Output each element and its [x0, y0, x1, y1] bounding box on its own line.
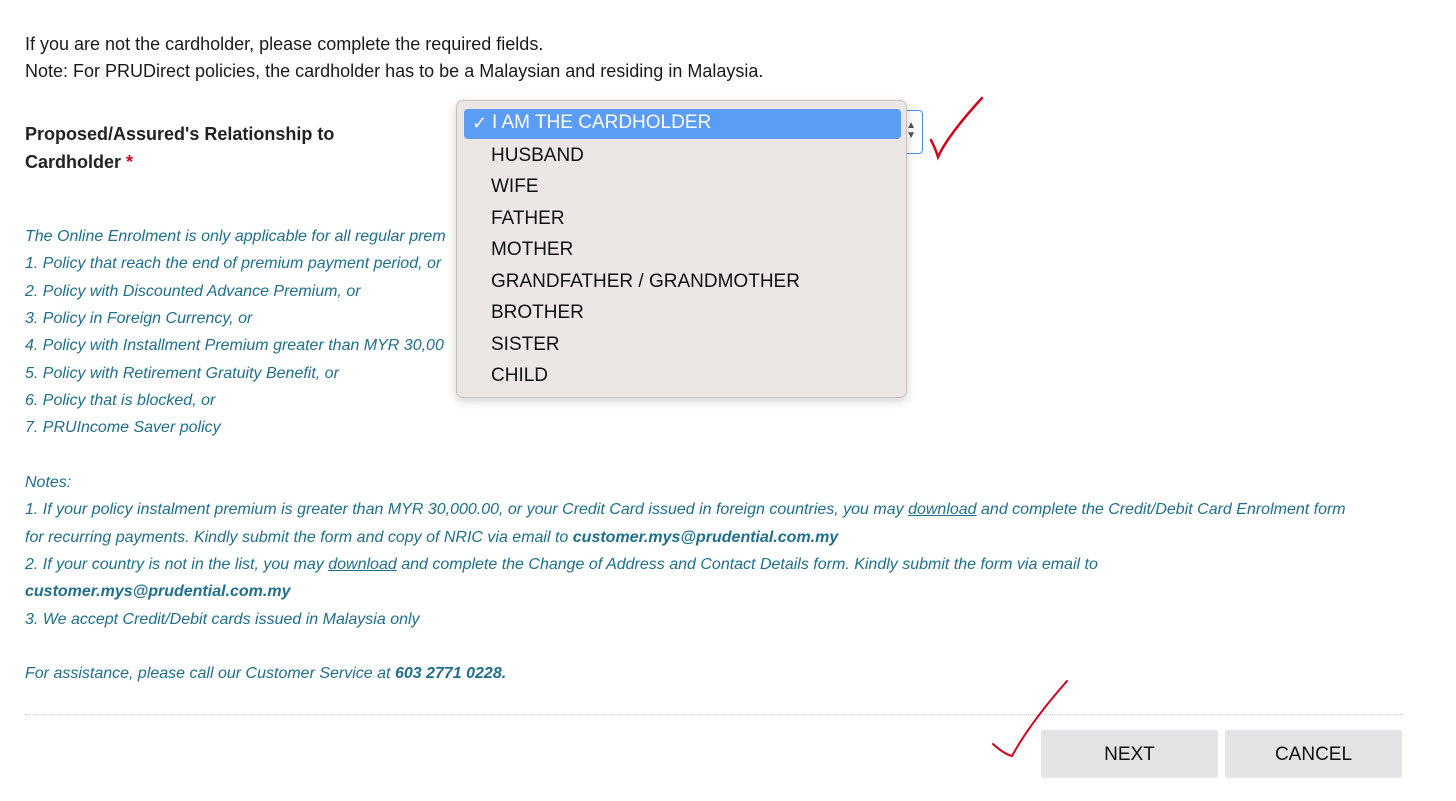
option-husband[interactable]: HUSBAND — [491, 142, 584, 170]
cancel-button[interactable]: CANCEL — [1225, 730, 1402, 778]
download-link-2[interactable]: download — [328, 556, 397, 573]
note-1-text-2: for recurring payments. Kindly submit th… — [25, 529, 573, 546]
option-mother[interactable]: MOTHER — [491, 236, 573, 264]
select-arrows-icon: ▲ ▼ — [906, 120, 916, 141]
option-child[interactable]: CHILD — [491, 362, 548, 390]
note-1-text-end: and complete the Credit/Debit Card Enrol… — [976, 501, 1346, 518]
annotation-check-icon — [929, 96, 984, 161]
option-i-am-the-cardholder[interactable]: ✓ I AM THE CARDHOLDER — [464, 109, 901, 139]
note-2-line-2: customer.mys@prudential.com.my — [25, 581, 290, 603]
info-item-5: 5. Policy with Retirement Gratuity Benef… — [25, 365, 339, 382]
assistance-label: For assistance, please call our Customer… — [25, 665, 395, 682]
relationship-label: Proposed/Assured's Relationship to Cardh… — [25, 120, 334, 176]
checkmark-icon: ✓ — [472, 113, 488, 133]
note-2-text: 2. If your country is not in the list, y… — [25, 556, 329, 573]
info-item-1: 1. Policy that reach the end of premium … — [25, 255, 442, 272]
option-brother[interactable]: BROTHER — [491, 299, 584, 327]
next-button[interactable]: NEXT — [1041, 730, 1218, 778]
email-link-2[interactable]: customer.mys@prudential.com.my — [25, 583, 290, 600]
option-label: I AM THE CARDHOLDER — [492, 112, 712, 133]
note-1-text: 1. If your policy instalment premium is … — [25, 501, 909, 518]
note-1-line-2: for recurring payments. Kindly submit th… — [25, 527, 838, 549]
option-father[interactable]: FATHER — [491, 205, 565, 233]
relationship-label-line-1: Proposed/Assured's Relationship to — [25, 124, 335, 144]
note-2-line-1: 2. If your country is not in the list, y… — [25, 554, 1098, 576]
assistance-text: For assistance, please call our Customer… — [25, 663, 506, 685]
relationship-label-line-2: Cardholder — [25, 152, 122, 172]
info-item-3: 3. Policy in Foreign Currency, or — [25, 310, 253, 327]
email-link-1[interactable]: customer.mys@prudential.com.my — [573, 529, 838, 546]
intro-line-1: If you are not the cardholder, please co… — [25, 34, 544, 54]
info-item-6: 6. Policy that is blocked, or — [25, 392, 216, 409]
divider — [25, 714, 1403, 715]
phone-number: 603 2771 0228. — [394, 665, 507, 682]
option-grandparent[interactable]: GRANDFATHER / GRANDMOTHER — [491, 268, 800, 296]
note-2-text-end: and complete the Change of Address and C… — [396, 556, 1098, 573]
notes-heading: Notes: — [25, 474, 72, 491]
relationship-dropdown-menu[interactable]: ✓ I AM THE CARDHOLDER HUSBAND WIFE FATHE… — [456, 100, 907, 398]
note-3: 3. We accept Credit/Debit cards issued i… — [25, 611, 420, 628]
intro-text: If you are not the cardholder, please co… — [25, 31, 763, 85]
info-item-7: 7. PRUIncome Saver policy — [25, 419, 221, 436]
intro-line-2: Note: For PRUDirect policies, the cardho… — [25, 61, 764, 81]
download-link-1[interactable]: download — [908, 501, 977, 518]
option-wife[interactable]: WIFE — [491, 173, 539, 201]
note-1-line-1: 1. If your policy instalment premium is … — [25, 499, 1346, 521]
required-asterisk: * — [126, 152, 134, 172]
info-item-2: 2. Policy with Discounted Advance Premiu… — [25, 283, 361, 300]
info-intro: The Online Enrolment is only applicable … — [25, 228, 446, 245]
info-item-4: 4. Policy with Installment Premium great… — [25, 337, 444, 354]
option-sister[interactable]: SISTER — [491, 331, 560, 359]
